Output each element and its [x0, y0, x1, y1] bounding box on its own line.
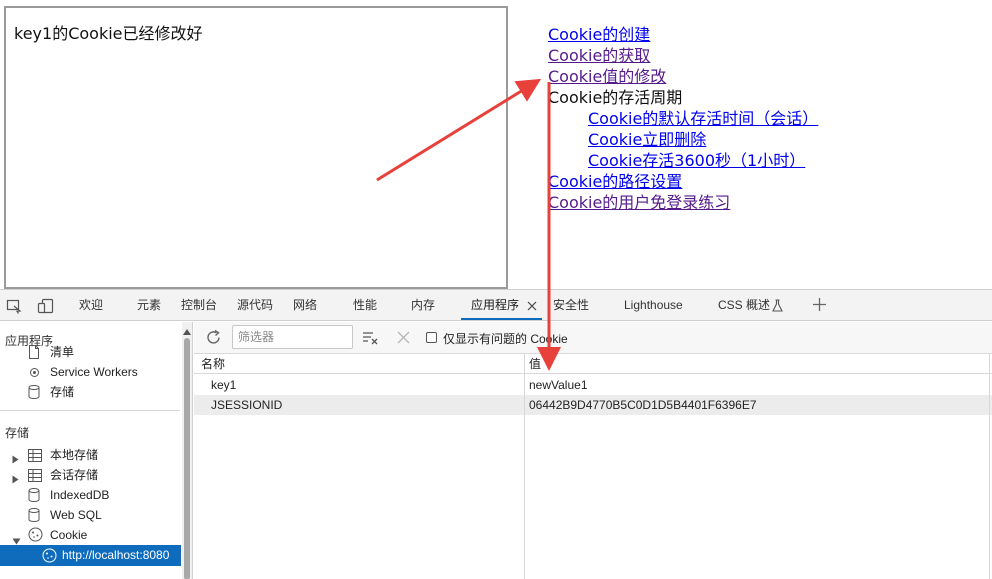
sidebar-item-web-sql[interactable]: Web SQL: [28, 505, 178, 525]
sidebar-item-cookie-origin[interactable]: http://localhost:8080: [0, 545, 181, 566]
sidebar-item-label: http://localhost:8080: [62, 548, 170, 562]
sidebar-scroll-thumb[interactable]: [184, 338, 190, 579]
column-header-value[interactable]: 值: [529, 354, 541, 374]
sidebar-item-label: Service Workers: [50, 365, 138, 379]
sidebar-item-label: Cookie: [50, 528, 88, 542]
link-cookie-modify[interactable]: Cookie值的修改: [548, 66, 818, 87]
cookie-table: 名称 值 key1 newValue1 JSESSIONID 06442B9D4…: [194, 354, 992, 579]
sidebar-item-label: IndexedDB: [50, 488, 110, 502]
sidebar-item-service-workers[interactable]: Service Workers: [28, 362, 178, 382]
status-message: key1的Cookie已经修改好: [14, 24, 203, 43]
chevron-right-icon[interactable]: [12, 470, 19, 490]
link-cookie-path[interactable]: Cookie的路径设置: [548, 171, 818, 192]
active-tab-indicator: [461, 318, 542, 320]
table-header: 名称 值: [194, 354, 992, 374]
link-cookie-login[interactable]: Cookie的用户免登录练习: [548, 192, 818, 213]
cookie-lifecycle-heading: Cookie的存活周期: [548, 88, 683, 107]
delete-selected-icon[interactable]: [397, 331, 410, 347]
page-frame: key1的Cookie已经修改好: [4, 6, 508, 289]
sidebar-item-label: 会话存储: [50, 468, 99, 482]
scroll-up-arrow-icon[interactable]: [183, 324, 191, 338]
sidebar-item-indexeddb[interactable]: IndexedDB: [28, 485, 178, 505]
cookie-toolbar: 筛选器 仅显示有问题的 Cookie: [194, 322, 992, 354]
sidebar-divider: [0, 410, 180, 411]
sidebar-item-manifest[interactable]: 清单: [28, 342, 178, 362]
link-cookie-get[interactable]: Cookie的获取: [548, 45, 818, 66]
refresh-icon[interactable]: [205, 329, 222, 349]
sidebar-storage-header: 存储: [5, 426, 30, 440]
link-cookie-life-3600[interactable]: Cookie存活3600秒（1小时）: [548, 150, 818, 171]
column-header-name[interactable]: 名称: [201, 354, 225, 374]
tab-security[interactable]: 安全性: [553, 290, 589, 321]
tab-css-overview[interactable]: CSS 概述: [718, 290, 770, 321]
tab-application[interactable]: 应用程序: [471, 290, 519, 321]
table-row[interactable]: JSESSIONID 06442B9D4770B5C0D1D5B4401F639…: [194, 395, 992, 415]
cookie-name-cell: JSESSIONID: [211, 398, 283, 412]
link-cookie-delete-now[interactable]: Cookie立即删除: [548, 129, 818, 150]
clear-filtered-icon[interactable]: [362, 331, 378, 348]
cookie-name-cell: key1: [211, 378, 237, 392]
devtools-panel: 欢迎 元素 控制台 源代码 网络 性能 内存 应用程序 安全性 Lighthou…: [0, 289, 992, 579]
inspect-element-icon[interactable]: [6, 298, 22, 317]
sidebar-item-label: Web SQL: [50, 508, 102, 522]
sidebar-item-session-storage[interactable]: 会话存储: [12, 465, 178, 485]
cookie-value-cell: 06442B9D4770B5C0D1D5B4401F6396E7: [529, 398, 757, 412]
database-icon: [28, 385, 40, 405]
add-tab-icon[interactable]: [812, 297, 827, 315]
experiment-flask-icon: [772, 299, 783, 315]
sidebar-item-label: 本地存储: [50, 448, 99, 462]
sidebar-item-label: 清单: [50, 345, 75, 359]
table-row[interactable]: key1 newValue1: [194, 375, 992, 395]
column-divider[interactable]: [524, 354, 525, 579]
cookie-icon: [42, 548, 57, 566]
filter-input[interactable]: 筛选器: [232, 325, 353, 349]
sidebar-item-storage[interactable]: 存储: [28, 382, 178, 402]
sidebar-item-cookie[interactable]: Cookie: [12, 525, 178, 545]
device-emulation-icon[interactable]: [37, 298, 55, 317]
screenshot-root: key1的Cookie已经修改好 Cookie的创建 Cookie的获取 Coo…: [0, 0, 992, 579]
only-issues-checkbox[interactable]: [426, 332, 437, 343]
tab-memory[interactable]: 内存: [411, 290, 435, 321]
tab-sources[interactable]: 源代码: [237, 290, 273, 321]
tab-console[interactable]: 控制台: [181, 290, 217, 321]
devtools-tab-bar: 欢迎 元素 控制台 源代码 网络 性能 内存 应用程序 安全性 Lighthou…: [0, 290, 992, 321]
tab-performance[interactable]: 性能: [353, 290, 377, 321]
column-divider[interactable]: [989, 354, 990, 579]
application-sidebar: 应用程序 清单 Service Workers 存储 存储 本地存储 会话存储 …: [0, 322, 193, 579]
tab-elements[interactable]: 元素: [137, 290, 161, 321]
close-tab-icon[interactable]: [527, 300, 537, 314]
link-cookie-create[interactable]: Cookie的创建: [548, 24, 818, 45]
link-cookie-default-life[interactable]: Cookie的默认存活时间（会话）: [548, 108, 818, 129]
tab-lighthouse[interactable]: Lighthouse: [624, 290, 683, 321]
sidebar-item-local-storage[interactable]: 本地存储: [12, 445, 178, 465]
cookie-value-cell: newValue1: [529, 378, 588, 392]
tab-network[interactable]: 网络: [293, 290, 317, 321]
sidebar-item-label: 存储: [50, 385, 75, 399]
cookie-nav: Cookie的创建 Cookie的获取 Cookie值的修改 Cookie的存活…: [548, 24, 818, 213]
only-issues-label: 仅显示有问题的 Cookie: [443, 332, 568, 346]
tab-welcome[interactable]: 欢迎: [79, 290, 103, 321]
sidebar-scrollbar[interactable]: [182, 322, 192, 579]
